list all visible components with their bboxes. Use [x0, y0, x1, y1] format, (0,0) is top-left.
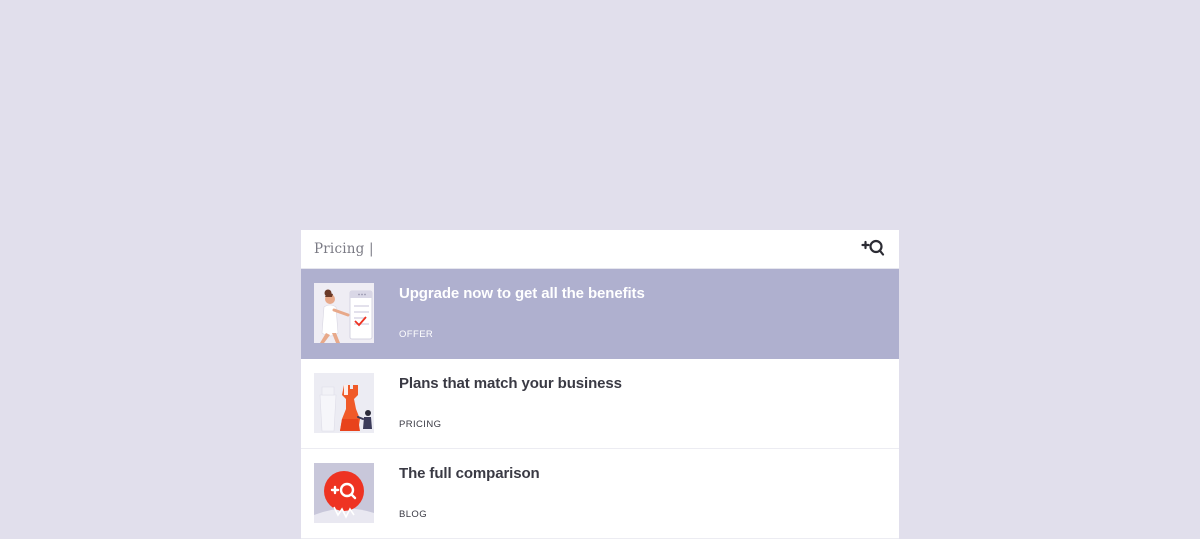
- result-title: The full comparison: [399, 465, 540, 482]
- result-tag: PRICING: [399, 419, 442, 430]
- result-title: Plans that match your business: [399, 375, 622, 392]
- result-tag: OFFER: [399, 329, 434, 340]
- search-bar[interactable]: Pricing |: [301, 230, 899, 269]
- red-search-badge-illustration: [314, 463, 374, 523]
- search-panel: Pricing | Upgrade now to get all the ben…: [301, 230, 899, 539]
- chess-rook-illustration: [314, 373, 374, 433]
- result-item-pricing[interactable]: Plans that match your business PRICING: [301, 359, 899, 449]
- result-item-offer[interactable]: Upgrade now to get all the benefits OFFE…: [301, 269, 899, 359]
- result-title: Upgrade now to get all the benefits: [399, 285, 645, 302]
- search-input[interactable]: Pricing |: [314, 241, 374, 257]
- result-tag: BLOG: [399, 509, 427, 520]
- woman-pointing-illustration: [314, 283, 374, 343]
- results-list: Upgrade now to get all the benefits OFFE…: [301, 269, 899, 539]
- add-search-icon[interactable]: [861, 239, 885, 259]
- result-item-blog[interactable]: The full comparison BLOG: [301, 449, 899, 539]
